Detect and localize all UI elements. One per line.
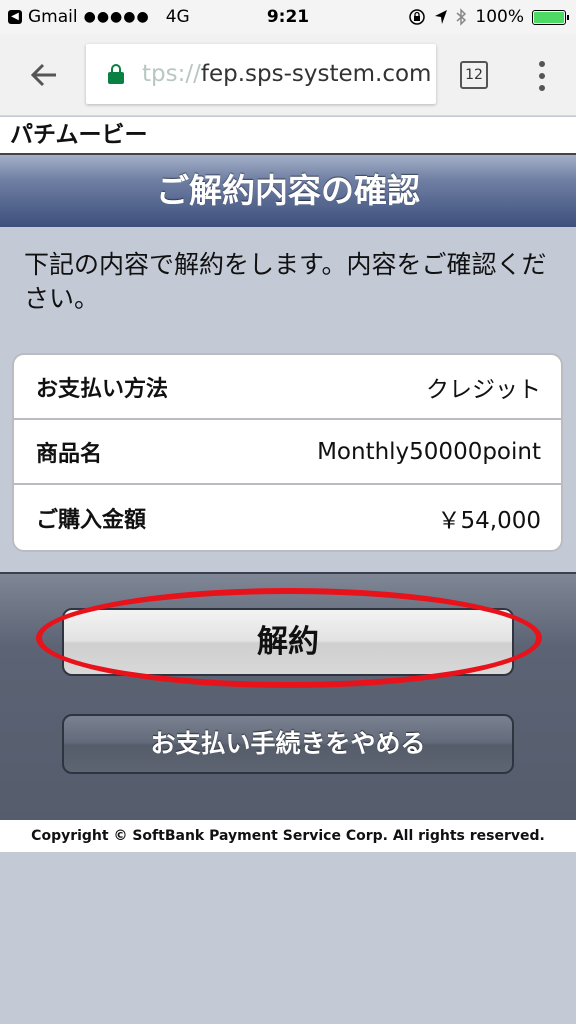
- url-text: tps://fep.sps-system.com: [142, 61, 432, 87]
- detail-label: お支払い方法: [36, 376, 169, 402]
- lock-icon: [108, 64, 124, 84]
- signal-strength-icon: ●●●●●: [83, 9, 150, 25]
- detail-row-product-name: 商品名 Monthly50000point: [14, 420, 561, 485]
- detail-value: クレジット: [426, 376, 541, 403]
- orientation-lock-icon: [409, 9, 426, 25]
- browser-toolbar: tps://fep.sps-system.com 12: [0, 34, 576, 116]
- action-area: 解約 お支払い手続きをやめる: [0, 572, 576, 820]
- back-to-app-icon[interactable]: ◀: [8, 10, 22, 24]
- bluetooth-icon: [456, 8, 467, 26]
- cancel-contract-button[interactable]: 解約: [62, 608, 514, 676]
- abort-payment-button[interactable]: お支払い手続きをやめる: [62, 714, 514, 774]
- detail-value: ￥54,000: [437, 507, 541, 534]
- page-title: ご解約内容の確認: [0, 155, 576, 227]
- battery-level: [534, 11, 564, 23]
- detail-row-payment-method: お支払い方法 クレジット: [14, 355, 561, 420]
- battery-percent: 100%: [475, 7, 524, 27]
- overflow-menu-icon[interactable]: [530, 58, 554, 94]
- back-arrow-icon: [30, 63, 56, 86]
- footer-copyright: Copyright © SoftBank Payment Service Cor…: [0, 820, 576, 852]
- order-details-card: お支払い方法 クレジット 商品名 Monthly50000point ご購入金額…: [12, 353, 563, 552]
- detail-label: 商品名: [36, 441, 103, 467]
- status-bar: ◀ Gmail ●●●●● 4G 9:21 100%: [0, 0, 576, 34]
- network-type: 4G: [165, 7, 190, 27]
- battery-icon: [532, 9, 569, 25]
- detail-label: ご購入金額: [36, 507, 147, 533]
- detail-value: Monthly50000point: [317, 438, 541, 465]
- site-title: パチムービー: [0, 117, 576, 155]
- detail-row-purchase-amount: ご購入金額 ￥54,000: [14, 485, 561, 550]
- address-bar[interactable]: tps://fep.sps-system.com: [86, 44, 436, 104]
- back-button[interactable]: [16, 47, 72, 103]
- tab-switcher-button[interactable]: 12: [460, 61, 488, 89]
- back-app-label[interactable]: Gmail: [28, 7, 78, 27]
- location-arrow-icon: [435, 10, 448, 24]
- instruction-text: 下記の内容で解約をします。内容をご確認ください。: [24, 250, 547, 313]
